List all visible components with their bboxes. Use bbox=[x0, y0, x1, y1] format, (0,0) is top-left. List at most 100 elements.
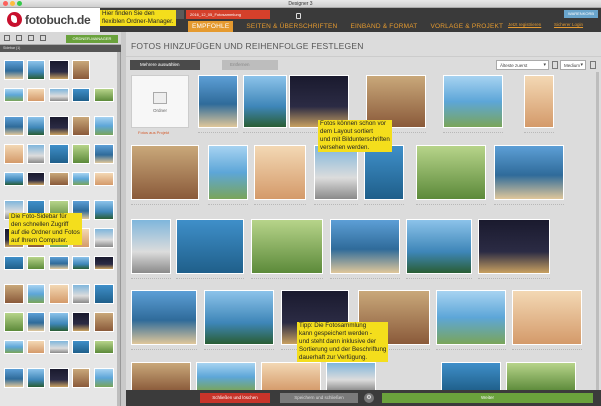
collection-photo[interactable] bbox=[204, 290, 274, 345]
collection-photo[interactable] bbox=[441, 362, 501, 392]
add-folder-tile[interactable]: Ordner bbox=[131, 75, 189, 128]
photo-caption-area[interactable] bbox=[330, 276, 400, 279]
collection-photo[interactable] bbox=[326, 362, 376, 392]
photo-caption-area[interactable] bbox=[243, 130, 287, 133]
photo-caption-area[interactable] bbox=[494, 202, 564, 205]
sidebar-scrollbar[interactable] bbox=[117, 52, 120, 406]
photo-caption-area[interactable] bbox=[176, 276, 244, 279]
size-select[interactable]: Medium bbox=[560, 60, 586, 70]
collection-photo[interactable] bbox=[198, 75, 238, 128]
sidebar-photo-thumb[interactable] bbox=[49, 172, 69, 186]
collection-photo[interactable] bbox=[208, 145, 248, 200]
collection-photo[interactable] bbox=[131, 362, 191, 392]
folder-manager-button[interactable]: ORDNER-MANAGER bbox=[66, 35, 118, 43]
sidebar-photo-thumb[interactable] bbox=[94, 368, 114, 388]
sidebar-photo-thumb[interactable] bbox=[94, 256, 114, 270]
sidebar-photo-thumb[interactable] bbox=[72, 172, 90, 186]
collection-photo[interactable] bbox=[254, 145, 306, 200]
sidebar-photo-thumb[interactable] bbox=[49, 60, 69, 80]
collection-photo[interactable] bbox=[364, 145, 404, 200]
select-multiple-button[interactable]: Mehrere auswählen bbox=[130, 60, 200, 70]
sidebar-photo-thumb[interactable] bbox=[27, 368, 45, 388]
sidebar-photo-thumb[interactable] bbox=[4, 340, 24, 354]
size-large-icon[interactable] bbox=[590, 61, 596, 69]
sidebar-photo-thumb[interactable] bbox=[72, 368, 90, 388]
sidebar-photo-thumb[interactable] bbox=[4, 172, 24, 186]
sidebar-photo-thumb[interactable] bbox=[94, 200, 114, 220]
photo-caption-area[interactable] bbox=[436, 347, 506, 350]
cart-button[interactable]: WARENKORB bbox=[564, 10, 598, 18]
collection-photo[interactable] bbox=[512, 290, 582, 345]
photo-caption-area[interactable] bbox=[204, 347, 274, 350]
sidebar-photo-thumb[interactable] bbox=[49, 88, 69, 102]
photo-caption-area[interactable] bbox=[131, 347, 197, 350]
sidebar-photo-thumb[interactable] bbox=[49, 284, 69, 304]
sidebar-photo-thumb[interactable] bbox=[94, 340, 114, 354]
sidebar-photo-thumb[interactable] bbox=[49, 312, 69, 332]
collection-photo[interactable] bbox=[261, 362, 321, 392]
collection-photo[interactable] bbox=[406, 219, 472, 274]
sidebar-photo-thumb[interactable] bbox=[27, 340, 45, 354]
photo-caption-area[interactable] bbox=[364, 202, 404, 205]
sidebar-photo-thumb[interactable] bbox=[49, 116, 69, 136]
photo-caption-area[interactable] bbox=[406, 276, 472, 279]
sidebar-photo-thumb[interactable] bbox=[49, 368, 69, 388]
sidebar-photo-thumb[interactable] bbox=[49, 256, 69, 270]
sort-select[interactable]: Älteste zuerst bbox=[496, 60, 549, 70]
sidebar-photo-thumb[interactable] bbox=[4, 256, 24, 270]
sidebar-photo-thumb[interactable] bbox=[4, 312, 24, 332]
sidebar-photo-thumb[interactable] bbox=[49, 340, 69, 354]
folder-view-icon[interactable] bbox=[28, 35, 34, 41]
collection-photo[interactable] bbox=[494, 145, 564, 200]
collection-photo[interactable] bbox=[196, 362, 256, 392]
sidebar-photo-thumb[interactable] bbox=[27, 144, 45, 164]
collection-photo[interactable] bbox=[443, 75, 503, 128]
remove-button[interactable]: Entfernen bbox=[222, 60, 278, 70]
sidebar-photo-thumb[interactable] bbox=[72, 144, 90, 164]
photo-caption-area[interactable] bbox=[524, 130, 554, 133]
photo-caption-area[interactable] bbox=[254, 202, 306, 205]
sidebar-photo-thumb[interactable] bbox=[4, 368, 24, 388]
sidebar-photo-thumb[interactable] bbox=[94, 312, 114, 332]
collection-photo[interactable] bbox=[251, 219, 323, 274]
nav-template-project[interactable]: VORLAGE & PROJEKT bbox=[430, 21, 503, 32]
next-button[interactable]: Weiter bbox=[382, 393, 593, 403]
photo-caption-area[interactable] bbox=[131, 276, 171, 279]
collection-photo[interactable] bbox=[416, 145, 486, 200]
collection-photo[interactable] bbox=[524, 75, 554, 128]
photo-caption-area[interactable] bbox=[512, 347, 582, 350]
sidebar-photo-thumb[interactable] bbox=[27, 88, 45, 102]
sidebar-photo-thumb[interactable] bbox=[72, 284, 90, 304]
gear-icon[interactable]: ⚙ bbox=[364, 393, 374, 403]
sidebar-photo-thumb[interactable] bbox=[4, 60, 24, 80]
collection-photo[interactable] bbox=[330, 219, 400, 274]
sidebar-photo-thumb[interactable] bbox=[94, 88, 114, 102]
photo-caption-area[interactable] bbox=[443, 130, 503, 133]
nav-pages-titles[interactable]: SEITEN & ÜBERSCHRIFTEN bbox=[246, 21, 337, 32]
collection-photo[interactable] bbox=[506, 362, 576, 392]
collection-photo[interactable] bbox=[436, 290, 506, 345]
sidebar-photo-thumb[interactable] bbox=[72, 88, 90, 102]
register-link[interactable]: Jetzt registrieren bbox=[508, 22, 541, 27]
collection-photo[interactable] bbox=[131, 290, 197, 345]
collection-photo[interactable] bbox=[478, 219, 550, 274]
sidebar-photo-thumb[interactable] bbox=[72, 340, 90, 354]
sidebar-photo-thumb[interactable] bbox=[72, 116, 90, 136]
sidebar-photo-thumb[interactable] bbox=[94, 172, 114, 186]
close-delete-button[interactable]: Schließen und löschen bbox=[200, 393, 270, 403]
sidebar-photo-thumb[interactable] bbox=[72, 312, 90, 332]
sidebar-photo-thumb[interactable] bbox=[27, 172, 45, 186]
collection-photo[interactable] bbox=[243, 75, 287, 128]
sidebar-photo-thumb[interactable] bbox=[72, 256, 90, 270]
nav-recommended[interactable]: EMPFOHLE bbox=[188, 21, 234, 32]
sidebar-photo-thumb[interactable] bbox=[27, 312, 45, 332]
collection-photo[interactable] bbox=[176, 219, 244, 274]
photo-caption-area[interactable] bbox=[251, 276, 323, 279]
sidebar-photo-thumb[interactable] bbox=[49, 144, 69, 164]
photo-caption-area[interactable] bbox=[314, 202, 358, 205]
sidebar-photo-thumb[interactable] bbox=[4, 284, 24, 304]
settings-icon[interactable] bbox=[40, 35, 46, 41]
sidebar-photo-thumb[interactable] bbox=[4, 116, 24, 136]
photo-caption-area[interactable] bbox=[198, 130, 238, 133]
grid-view-icon[interactable] bbox=[4, 35, 10, 41]
